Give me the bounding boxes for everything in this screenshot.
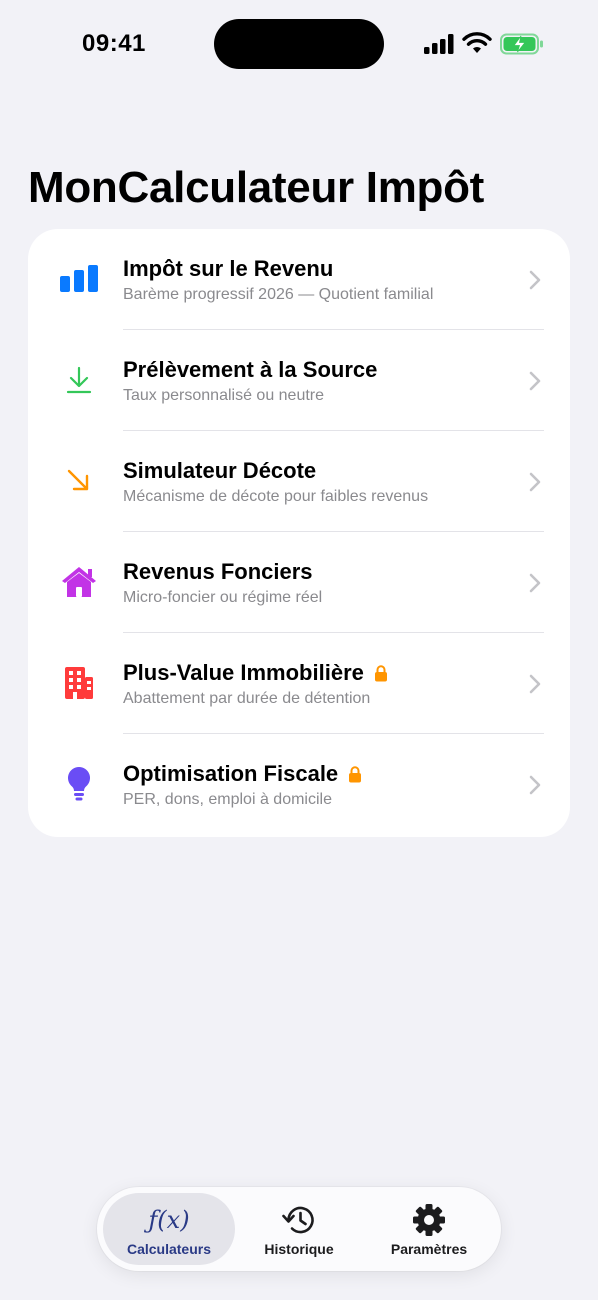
calculator-subtitle: Taux personnalisé ou neutre xyxy=(123,387,325,404)
dynamic-island xyxy=(214,19,384,69)
calculator-subtitle: PER, dons, emploi à domicile xyxy=(123,791,332,808)
calculator-title: Prélèvement à la Source xyxy=(123,357,378,382)
calculator-row-plus-value-immobiliere[interactable]: Plus-Value Immobilière Abattement par du… xyxy=(28,633,570,734)
calculator-row-prelevement-source[interactable]: Prélèvement à la Source Taux personnalis… xyxy=(28,330,570,431)
bar-chart-icon xyxy=(58,259,100,299)
calculator-title: Revenus Fonciers xyxy=(123,559,313,584)
function-icon: ƒ(x) xyxy=(148,1206,190,1234)
lightbulb-icon xyxy=(58,764,100,804)
house-icon xyxy=(58,562,100,602)
tab-label: Paramètres xyxy=(390,1241,468,1257)
calculator-subtitle: Mécanisme de décote pour faibles revenus xyxy=(123,488,429,505)
calculator-list: Impôt sur le Revenu Barème progressif 20… xyxy=(28,229,570,837)
tab-bar: ƒ(x) Calculateurs Historique Paramètres xyxy=(97,1187,501,1271)
calculator-subtitle: Micro-foncier ou régime réel xyxy=(123,589,323,606)
cellular-signal-icon xyxy=(424,34,454,54)
battery-charging-icon xyxy=(500,33,543,55)
chevron-right-icon xyxy=(529,573,541,593)
lock-icon xyxy=(349,765,362,782)
status-bar: 09:41 xyxy=(0,0,598,90)
chevron-right-icon xyxy=(529,270,541,290)
chevron-right-icon xyxy=(529,472,541,492)
calculator-title: Simulateur Décote xyxy=(123,458,317,483)
calculator-row-optimisation-fiscale[interactable]: Optimisation Fiscale PER, dons, emploi à… xyxy=(28,734,570,835)
lock-icon xyxy=(374,664,387,681)
download-arrow-icon xyxy=(58,360,100,400)
calculator-row-revenus-fonciers[interactable]: Revenus Fonciers Micro-foncier ou régime… xyxy=(28,532,570,633)
calculator-subtitle: Abattement par durée de détention xyxy=(123,690,371,707)
calculator-title: Optimisation Fiscale xyxy=(123,761,362,787)
chevron-right-icon xyxy=(529,674,541,694)
tab-historique[interactable]: Historique xyxy=(233,1193,365,1265)
chevron-right-icon xyxy=(529,371,541,391)
calculator-title: Impôt sur le Revenu xyxy=(123,256,334,281)
tab-parametres[interactable]: Paramètres xyxy=(363,1193,495,1265)
gear-icon xyxy=(363,1204,495,1236)
history-icon xyxy=(233,1205,365,1235)
tab-label: Historique xyxy=(264,1241,334,1257)
calculator-row-simulateur-decote[interactable]: Simulateur Décote Mécanisme de décote po… xyxy=(28,431,570,532)
calculator-row-impot-revenu[interactable]: Impôt sur le Revenu Barème progressif 20… xyxy=(28,229,570,330)
calculator-title: Plus-Value Immobilière xyxy=(123,660,388,686)
calculator-subtitle: Barème progressif 2026 — Quotient famili… xyxy=(123,286,434,303)
building-icon xyxy=(58,663,100,703)
tab-calculateurs[interactable]: ƒ(x) Calculateurs xyxy=(103,1193,235,1265)
tab-label: Calculateurs xyxy=(126,1241,212,1257)
chevron-right-icon xyxy=(529,775,541,795)
wifi-icon xyxy=(462,32,492,53)
status-time: 09:41 xyxy=(82,30,146,57)
page-title: MonCalculateur Impôt xyxy=(28,163,485,212)
diagonal-arrow-icon xyxy=(58,461,100,501)
